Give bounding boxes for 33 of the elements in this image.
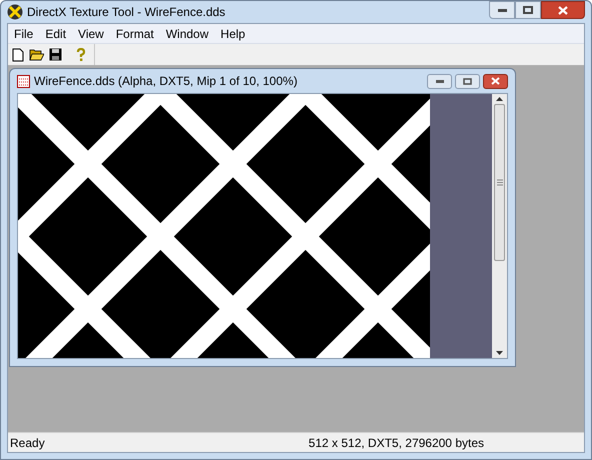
document-icon xyxy=(17,74,30,88)
close-button[interactable] xyxy=(541,1,585,19)
save-icon[interactable] xyxy=(49,48,62,61)
minimize-icon xyxy=(498,8,506,12)
new-file-icon[interactable] xyxy=(12,48,24,62)
close-icon xyxy=(491,77,500,85)
minimize-button[interactable] xyxy=(427,74,452,88)
grip-icon xyxy=(496,179,502,186)
status-text: 512 x 512, DXT5, 2796200 bytes xyxy=(308,434,484,452)
minimize-icon xyxy=(436,80,444,82)
menu-item[interactable]: View xyxy=(72,24,110,42)
vertical-scrollbar[interactable] xyxy=(492,94,507,358)
app-icon xyxy=(7,4,23,20)
open-folder-icon[interactable] xyxy=(29,48,44,61)
child-window-title: WireFence.dds (Alpha, DXT5, Mip 1 of 10, 100%) xyxy=(34,73,298,90)
maximize-icon xyxy=(463,78,472,84)
scroll-thumb[interactable] xyxy=(494,104,505,261)
status-text: Ready xyxy=(9,434,45,452)
scroll-down-icon[interactable] xyxy=(496,351,503,355)
scroll-up-icon[interactable] xyxy=(496,97,503,101)
window-title: DirectX Texture Tool - WireFence.dds xyxy=(27,4,226,21)
maximize-button[interactable] xyxy=(515,1,541,19)
menu-item[interactable]: File xyxy=(8,24,40,42)
menu-item[interactable]: Window xyxy=(160,24,215,42)
menu-item[interactable]: Format xyxy=(110,24,160,42)
minimize-button[interactable] xyxy=(489,1,515,19)
maximize-icon xyxy=(523,6,533,14)
close-button[interactable] xyxy=(483,74,508,88)
menu-item[interactable]: Edit xyxy=(39,24,72,42)
close-icon xyxy=(558,6,568,14)
maximize-button[interactable] xyxy=(455,74,480,88)
menu-item[interactable]: Help xyxy=(214,24,252,42)
help-icon[interactable] xyxy=(76,48,86,62)
